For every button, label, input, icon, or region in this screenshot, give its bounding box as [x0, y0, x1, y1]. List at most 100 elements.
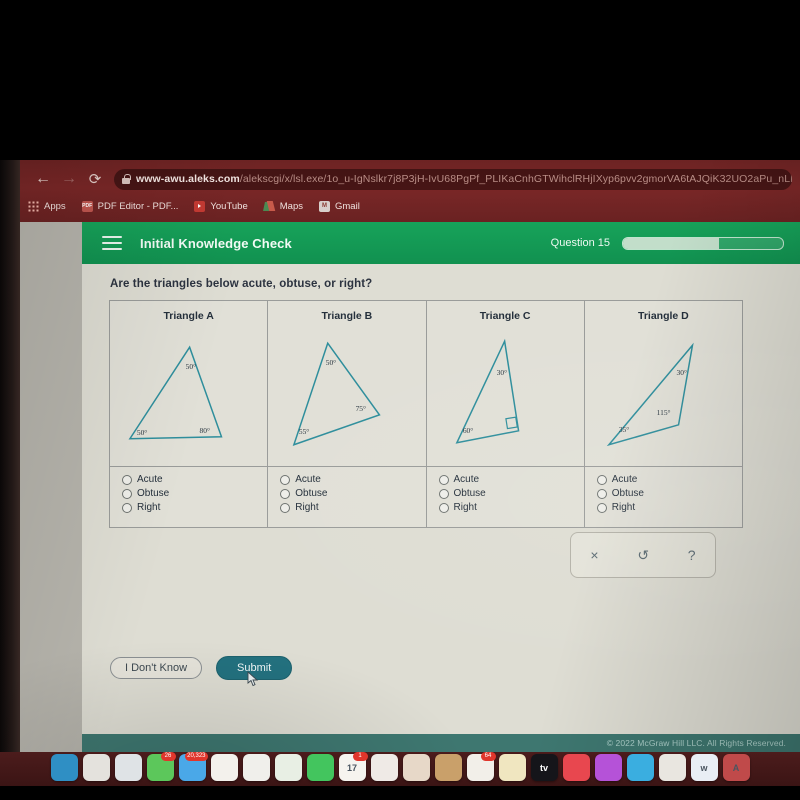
submit-button[interactable]: Submit — [216, 656, 293, 687]
screenshot-root: ← → ⟳ www-awu.aleks.com/alekscgi/x/lsl.e… — [0, 0, 800, 800]
radio-circle-icon — [438, 502, 449, 513]
youtube-icon — [194, 200, 206, 212]
triangle-cell-a: Triangle A 50° 50° 80° — [110, 301, 269, 467]
help-button[interactable]: ? — [688, 548, 696, 562]
appstore-icon[interactable]: A — [722, 754, 750, 781]
clear-button[interactable]: × — [590, 548, 598, 562]
triangle-a-angle-2: 50° — [137, 428, 147, 437]
launchpad-icon[interactable] — [82, 754, 110, 781]
radio-circle-icon — [280, 488, 291, 499]
dock-icon-glyph: w — [700, 762, 708, 773]
page-title: Initial Knowledge Check — [140, 235, 292, 251]
calendar-icon[interactable]: 17 1 — [338, 752, 368, 781]
bookmark-label: Apps — [44, 200, 66, 212]
radio-circle-icon — [122, 474, 132, 485]
options-cell-a: Acute Obtuse Right — [110, 467, 269, 527]
radio-option-b-acute[interactable]: Acute — [280, 474, 425, 485]
radio-option-a-acute[interactable]: Acute — [122, 474, 267, 485]
triangles-table: Triangle A 50° 50° 80° Triangle B 50° 75… — [109, 300, 743, 528]
podcasts-icon[interactable] — [434, 754, 462, 781]
bookmark-label: YouTube — [210, 200, 248, 212]
reload-icon[interactable]: ⟳ — [82, 166, 108, 192]
triangle-a-angle-3: 80° — [200, 426, 210, 435]
bookmark-gmail[interactable]: Gmail — [319, 200, 360, 212]
bottom-black-band — [0, 786, 800, 800]
radio-option-d-obtuse[interactable]: Obtuse — [596, 488, 742, 500]
music-icon[interactable] — [562, 754, 590, 781]
chrome-icon[interactable] — [242, 754, 270, 781]
i-dont-know-button[interactable]: I Don't Know — [110, 657, 203, 679]
facetime-icon[interactable] — [306, 754, 334, 781]
reminders-icon[interactable] — [402, 754, 430, 781]
maps-icon[interactable] — [274, 754, 302, 781]
back-icon[interactable]: ← — [30, 166, 56, 192]
bookmark-label: PDF Editor - PDF... — [97, 200, 179, 212]
options-cell-b: Acute Obtuse Right — [268, 467, 427, 527]
appletv-icon[interactable]: tv — [530, 754, 558, 781]
radio-circle-icon — [596, 502, 607, 513]
right-angle-marker — [504, 416, 518, 430]
radio-circle-icon — [280, 474, 291, 485]
mail-icon[interactable]: 20,323 — [178, 752, 208, 781]
radio-circle-icon — [122, 502, 132, 513]
option-label: Obtuse — [611, 488, 644, 500]
screen-bezel-left — [0, 160, 20, 752]
hamburger-menu-icon[interactable] — [102, 236, 122, 250]
radio-option-a-obtuse[interactable]: Obtuse — [122, 488, 267, 499]
contacts-icon[interactable]: 64 — [466, 752, 496, 781]
page-viewport: Initial Knowledge Check Question 15 Are … — [20, 222, 800, 752]
bookmark-maps[interactable]: Maps — [264, 201, 303, 212]
option-label: Acute — [295, 474, 321, 486]
aleks-app: Initial Knowledge Check Question 15 Are … — [82, 222, 800, 752]
option-label: Acute — [137, 474, 163, 486]
dock-badge: 64 — [480, 752, 496, 761]
bookmark-apps[interactable]: Apps — [28, 200, 66, 212]
triangles-options-row: Acute Obtuse Right Acute Obtuse Right Ac… — [110, 466, 742, 527]
podcast2-icon[interactable] — [594, 754, 622, 781]
macos-dock: 26 20,323 17 1 64 tv w A — [0, 752, 800, 788]
radio-option-b-right[interactable]: Right — [280, 502, 425, 513]
address-bar[interactable]: www-awu.aleks.com/alekscgi/x/lsl.exe/1o_… — [114, 168, 792, 190]
laptop-screen: ← → ⟳ www-awu.aleks.com/alekscgi/x/lsl.e… — [0, 160, 800, 752]
finder-icon[interactable] — [50, 754, 78, 781]
triangle-d-angle-3: 35° — [619, 425, 629, 434]
option-label: Right — [137, 502, 161, 514]
triangle-d-figure: 30° 115° 35° — [606, 342, 694, 447]
radio-option-c-obtuse[interactable]: Obtuse — [438, 488, 584, 499]
pages-icon[interactable] — [498, 754, 526, 781]
messages-icon[interactable]: 26 — [146, 752, 176, 781]
apps-grid-icon — [28, 200, 39, 212]
radio-option-d-right[interactable]: Right — [596, 502, 742, 513]
radio-option-a-right[interactable]: Right — [122, 502, 267, 513]
bookmark-pdf-editor[interactable]: PDF PDF Editor - PDF... — [81, 200, 179, 212]
mouse-cursor-icon — [247, 671, 259, 687]
radio-circle-icon — [122, 488, 132, 499]
triangle-b-angle-1: 50° — [326, 358, 336, 367]
radio-option-d-acute[interactable]: Acute — [596, 474, 742, 485]
safari-icon[interactable] — [114, 754, 142, 781]
option-label: Obtuse — [137, 488, 170, 500]
url-path: /alekscgi/x/lsl.exe/1o_u-IgNslkr7j8P3jH-… — [239, 173, 792, 185]
xcode-icon[interactable] — [626, 754, 654, 781]
radio-circle-icon — [280, 502, 291, 513]
radio-option-c-acute[interactable]: Acute — [438, 474, 584, 485]
photos-icon[interactable] — [210, 754, 238, 781]
radio-option-b-obtuse[interactable]: Obtuse — [280, 488, 425, 499]
preview-icon[interactable] — [658, 754, 686, 781]
triangle-cell-d: Triangle D 30° 115° 35° — [585, 301, 742, 466]
radio-circle-icon — [438, 474, 449, 485]
notes-icon[interactable] — [370, 754, 398, 781]
triangle-b-angle-3: 55° — [299, 427, 309, 436]
question-content: Are the triangles below acute, obtuse, o… — [82, 264, 800, 752]
triangle-cell-b: Triangle B 50° 75° 55° — [268, 301, 427, 467]
triangle-d-angle-1: 30° — [676, 368, 686, 377]
forward-icon[interactable]: → — [56, 166, 82, 192]
undo-button[interactable]: ↺ — [637, 548, 649, 562]
page-left-gutter — [20, 222, 82, 752]
word-icon[interactable]: w — [690, 754, 718, 781]
triangle-d-angle-2: 115° — [656, 408, 670, 417]
radio-option-c-right[interactable]: Right — [438, 502, 584, 513]
maps-icon — [264, 201, 275, 212]
copyright-text: © 2022 McGraw Hill LLC. All Rights Reser… — [606, 738, 786, 748]
bookmark-youtube[interactable]: YouTube — [194, 200, 248, 212]
